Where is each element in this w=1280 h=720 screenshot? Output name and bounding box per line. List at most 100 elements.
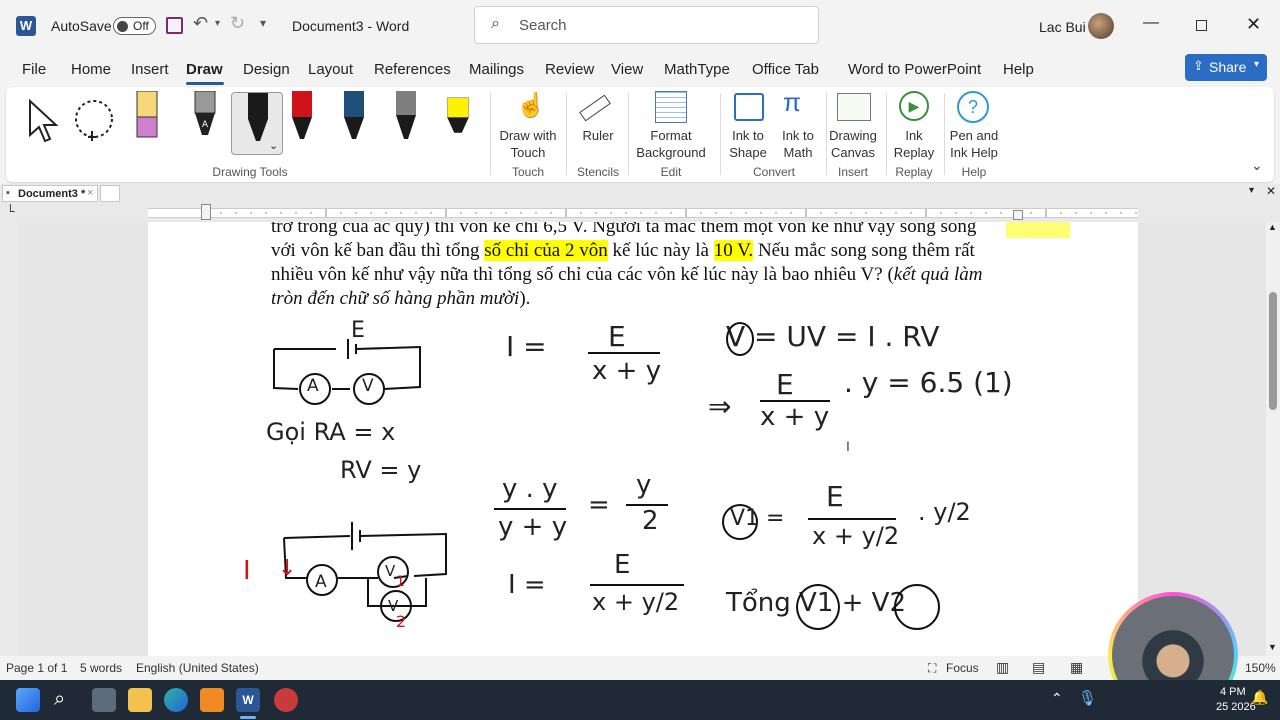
new-tab-button[interactable] bbox=[100, 185, 120, 202]
ink-eq1-den: x + y bbox=[592, 356, 662, 386]
svg-text:A: A bbox=[202, 120, 209, 130]
lasso-select-icon[interactable] bbox=[72, 97, 122, 145]
app-red-icon[interactable] bbox=[274, 688, 298, 712]
document-tab-close-icon[interactable]: × bbox=[87, 187, 93, 199]
tab-view[interactable]: View bbox=[611, 61, 643, 78]
ink-replay-button[interactable]: Ink Replay bbox=[888, 127, 940, 161]
draw-with-touch-button[interactable]: Draw with Touch bbox=[496, 127, 560, 161]
word-count[interactable]: 5 words bbox=[80, 661, 122, 675]
format-background-icon[interactable] bbox=[655, 91, 687, 123]
pen-ink-help-icon[interactable]: ? bbox=[957, 91, 989, 123]
ink-replay-icon[interactable]: ▶ bbox=[899, 91, 929, 121]
restore-icon[interactable] bbox=[1196, 20, 1207, 31]
ink-eq3-rest: . y = 6.5 (1) bbox=[844, 366, 1013, 399]
pen-blue-icon[interactable] bbox=[341, 91, 367, 147]
word-taskbar-icon[interactable]: W bbox=[236, 688, 260, 712]
clock-date[interactable]: 25 2026 bbox=[1216, 701, 1256, 713]
document-canvas[interactable]: trở trong của ắc quy) thì vôn kế chỉ 6,5… bbox=[0, 222, 1280, 656]
share-dropdown-icon: ▾ bbox=[1254, 59, 1260, 70]
right-indent-marker[interactable] bbox=[1013, 210, 1023, 220]
search-taskbar-icon[interactable]: ⌕ bbox=[54, 688, 65, 711]
app-orange-icon[interactable] bbox=[200, 688, 224, 712]
pen-highlighter-yellow-icon[interactable] bbox=[134, 91, 160, 147]
ink-circle-v1b bbox=[796, 584, 840, 630]
tab-design[interactable]: Design bbox=[243, 61, 290, 78]
autosave-toggle[interactable]: Off bbox=[113, 17, 156, 35]
vertical-scrollbar[interactable]: ▲ ▼ bbox=[1266, 222, 1280, 656]
draw-with-touch-icon[interactable]: ☝ bbox=[516, 91, 546, 120]
microphone-icon[interactable]: 🎙 bbox=[1078, 689, 1097, 707]
tab-mailings[interactable]: Mailings bbox=[469, 61, 524, 78]
zoom-level[interactable]: 150% bbox=[1245, 661, 1276, 675]
edge-icon[interactable] bbox=[164, 688, 188, 712]
redo-icon[interactable]: ↻ bbox=[230, 13, 245, 34]
tabs-dropdown-icon[interactable]: ▾ bbox=[1249, 185, 1254, 196]
horizontal-ruler[interactable]: └ bbox=[0, 202, 1280, 222]
share-button[interactable]: ⇪ Share ▾ bbox=[1185, 54, 1267, 81]
ink-to-math-icon[interactable]: π bbox=[783, 87, 801, 118]
undo-icon[interactable]: ↶ bbox=[193, 13, 208, 34]
status-bar: Page 1 of 1 5 words English (United Stat… bbox=[0, 656, 1280, 680]
selected-pen-frame[interactable]: ⌄ bbox=[231, 92, 283, 155]
file-explorer-icon[interactable] bbox=[128, 688, 152, 712]
tab-office-tab[interactable]: Office Tab bbox=[752, 61, 819, 78]
format-background-button[interactable]: Format Background bbox=[628, 127, 714, 161]
document-page[interactable]: trở trong của ắc quy) thì vôn kế chỉ 6,5… bbox=[148, 222, 1138, 656]
print-layout-icon[interactable]: ▤ bbox=[1032, 659, 1045, 676]
pen-yellow-highlighter-icon[interactable] bbox=[445, 91, 471, 147]
clock-time[interactable]: 4 PM bbox=[1220, 686, 1246, 698]
tray-chevron-icon[interactable]: ⌃ bbox=[1051, 690, 1063, 707]
scrollbar-thumb[interactable] bbox=[1269, 292, 1277, 410]
tab-review[interactable]: Review bbox=[545, 61, 594, 78]
tab-layout[interactable]: Layout bbox=[308, 61, 353, 78]
pen-red-icon[interactable] bbox=[289, 91, 315, 147]
focus-button[interactable]: Focus bbox=[946, 661, 979, 675]
notification-bell-icon[interactable]: 🔔 bbox=[1251, 689, 1268, 706]
language-indicator[interactable]: English (United States) bbox=[136, 661, 259, 675]
ruler-icon[interactable] bbox=[578, 91, 612, 123]
drawing-canvas-icon[interactable] bbox=[837, 93, 871, 121]
undo-dropdown-icon[interactable]: ▾ bbox=[215, 18, 220, 29]
tab-selector[interactable]: └ bbox=[6, 204, 15, 218]
group-separator bbox=[566, 93, 567, 175]
web-layout-icon[interactable]: ▦ bbox=[1070, 659, 1083, 676]
page-count[interactable]: Page 1 of 1 bbox=[6, 661, 67, 675]
search-box[interactable]: ⌕ Search bbox=[474, 6, 819, 44]
user-name[interactable]: Lac Bui bbox=[1039, 19, 1086, 35]
ink-to-math-button[interactable]: Ink to Math bbox=[774, 127, 822, 161]
task-view-icon[interactable] bbox=[92, 688, 116, 712]
ink-eq3-den: x + y bbox=[760, 402, 830, 432]
document-tab[interactable]: ▪ Document3 * × bbox=[2, 185, 98, 202]
focus-icon[interactable]: ⛶ bbox=[928, 661, 936, 676]
read-mode-icon[interactable]: ▥ bbox=[996, 659, 1009, 676]
pen-ink-help-button[interactable]: Pen and Ink Help bbox=[946, 127, 1002, 161]
tab-home[interactable]: Home bbox=[71, 61, 111, 78]
left-indent-marker[interactable] bbox=[201, 204, 211, 220]
pen-pencil-gray-icon[interactable]: A bbox=[192, 91, 218, 147]
start-icon[interactable] bbox=[16, 688, 40, 712]
tabs-close-icon[interactable]: ✕ bbox=[1266, 184, 1276, 198]
tab-help[interactable]: Help bbox=[1003, 61, 1034, 78]
pen-gray-icon[interactable] bbox=[393, 91, 419, 147]
scroll-up-icon[interactable]: ▲ bbox=[1268, 222, 1277, 232]
avatar[interactable] bbox=[1088, 13, 1114, 39]
pen-options-dropdown-icon[interactable]: ⌄ bbox=[269, 139, 278, 152]
tab-file[interactable]: File bbox=[22, 61, 46, 78]
tab-word-to-powerpoint[interactable]: Word to PowerPoint bbox=[848, 61, 981, 78]
close-icon[interactable]: ✕ bbox=[1246, 14, 1261, 35]
tab-mathtype[interactable]: MathType bbox=[664, 61, 730, 78]
scroll-down-icon[interactable]: ▼ bbox=[1268, 642, 1277, 652]
save-icon[interactable] bbox=[166, 17, 183, 34]
ink-to-shape-icon[interactable] bbox=[734, 93, 764, 121]
customize-toolbar-icon[interactable]: ▾ bbox=[260, 16, 266, 30]
tab-draw[interactable]: Draw bbox=[186, 61, 223, 78]
collapse-ribbon-icon[interactable]: ⌄ bbox=[1251, 157, 1263, 174]
ruler-button[interactable]: Ruler bbox=[570, 127, 626, 144]
tab-references[interactable]: References bbox=[374, 61, 451, 78]
drawing-canvas-button[interactable]: Drawing Canvas bbox=[824, 127, 882, 161]
minimize-icon[interactable]: — bbox=[1143, 14, 1159, 32]
select-pointer-icon[interactable] bbox=[26, 97, 60, 145]
group-label-drawing-tools: Drawing Tools bbox=[212, 165, 288, 179]
ink-to-shape-button[interactable]: Ink to Shape bbox=[724, 127, 772, 161]
tab-insert[interactable]: Insert bbox=[131, 61, 169, 78]
